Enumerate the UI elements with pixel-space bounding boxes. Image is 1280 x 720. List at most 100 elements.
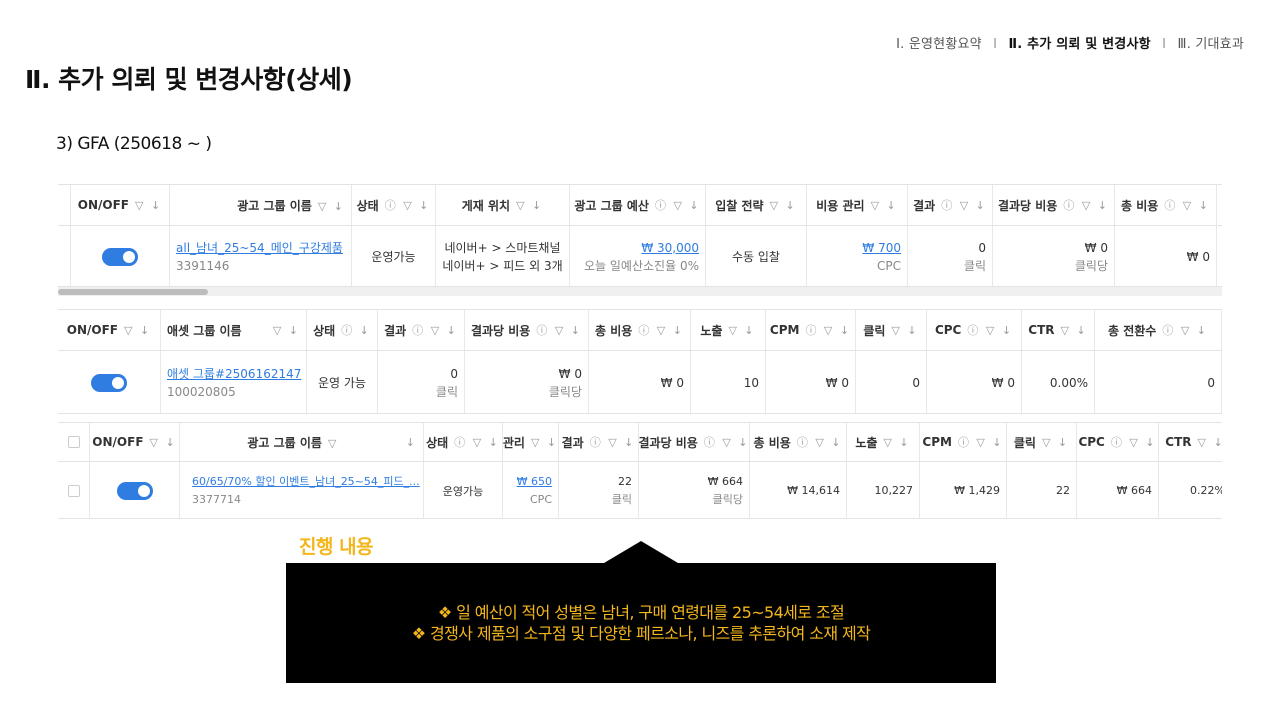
info-filter-sort-icon[interactable]: ⓘ ▽ ↓ [638,322,684,338]
column-header-cpm[interactable]: CPM ⓘ ▽ ↓ [920,423,1007,461]
info-filter-sort-icon[interactable]: ⓘ ▽ ↓ [797,434,843,450]
filter-sort-icon[interactable]: ▽ ↓ [124,324,151,337]
column-header-total-cost[interactable]: 총 비용 ⓘ ▽ ↓ [589,310,691,350]
info-filter-sort-icon[interactable]: ⓘ ▽ ↓ [412,322,458,338]
column-header-cpc[interactable]: CPC ⓘ ▽ ↓ [927,310,1022,350]
filter-sort-icon[interactable]: ▽ ↓ [1042,436,1069,449]
column-header-onoff[interactable]: ON/OFF ▽ ↓ [58,310,161,350]
filter-sort-icon[interactable]: ▽ ↓ [135,199,162,212]
info-filter-sort-icon[interactable]: ⓘ ▽ ↓ [590,434,636,450]
column-header-cpm[interactable]: CPM ⓘ ▽ ↓ [766,310,856,350]
nav-item-changes[interactable]: Ⅱ. 추가 의뢰 및 변경사항 [1009,37,1151,52]
info-filter-sort-icon[interactable]: ⓘ ▽ ↓ [655,197,701,213]
filter-sort-icon[interactable]: ▽ ↓ [273,324,300,337]
sort-icon[interactable]: ↓ [406,436,417,449]
column-header-ctr[interactable]: CTR ▽ ↓ [1022,310,1095,350]
column-header-impressions[interactable]: 노출 ▽ ↓ [691,310,766,350]
filter-icon[interactable]: ▽ [328,437,338,450]
column-header-clicks[interactable]: 클릭 ▽ ↓ [856,310,927,350]
header-label: 게재 위치 [461,198,511,213]
filter-sort-icon[interactable]: ▽ ↓ [883,436,910,449]
column-header-status[interactable]: 상태 ⓘ ↓ [307,310,378,350]
info-filter-sort-icon[interactable]: ⓘ ▽ ↓ [958,434,1004,450]
ad-group-name-link[interactable]: all_남녀_25~54_메인_구강제품 [176,239,343,257]
column-header-bid[interactable]: 입찰 전략 ▽ ↓ [706,185,807,225]
column-header-cost-per-result[interactable]: 결과당 비용 ⓘ ▽ ↓ [465,310,589,350]
column-header-result[interactable]: 결과 ⓘ ▽ ↓ [559,423,639,461]
column-header-budget[interactable]: 광고 그룹 예산 ⓘ ▽ ↓ [570,185,706,225]
budget-link[interactable]: ₩ 30,000 [641,239,699,257]
scrollbar-thumb[interactable] [58,289,208,295]
column-header-onoff[interactable]: ON/OFF ▽ ↓ [71,185,170,225]
nav-item-summary[interactable]: Ⅰ. 운영현황요약 [896,37,982,52]
cost-per-result-value: ₩ 664 [707,474,743,488]
table-row: all_남녀_25~54_메인_구강제품 3391146 운영가능 네이버+ > … [58,226,1222,286]
column-header-clicks[interactable]: 클릭 ▽ ↓ [1007,423,1077,461]
toggle-knob [123,250,135,263]
filter-icon[interactable]: ▽ ↓ [318,200,345,213]
filter-sort-icon[interactable]: ▽ ↓ [531,436,558,449]
ad-group-name-link[interactable]: 60/65/70% 할인 이벤트_남녀_25~54_피드_... [192,473,420,491]
column-header-total-cost[interactable]: 총 비용 ⓘ ▽ ↓ [1115,185,1217,225]
filter-sort-icon[interactable]: ▽ ↓ [1061,324,1088,337]
column-header-cost-control[interactable]: 관리 ▽ ↓ [503,423,559,461]
horizontal-scrollbar[interactable] [58,287,1222,296]
info-filter-sort-icon[interactable]: ⓘ ▽ ↓ [385,197,431,213]
filter-sort-icon[interactable]: ▽ ↓ [150,436,177,449]
onoff-toggle[interactable] [91,373,127,392]
filter-sort-icon[interactable]: ▽ ↓ [516,199,543,212]
filter-sort-icon[interactable]: ▽ ↓ [770,199,797,212]
column-header-status[interactable]: 상태 ⓘ ▽ ↓ [424,423,503,461]
header-label: 상태 [313,323,336,338]
asset-group-name-link[interactable]: 애셋 그룹#2506162147 [167,365,301,383]
filter-sort-icon[interactable]: ▽ ↓ [871,199,898,212]
info-filter-sort-icon[interactable]: ⓘ ▽ ↓ [967,322,1013,338]
info-filter-sort-icon[interactable]: ⓘ ▽ ↓ [1162,322,1208,338]
column-header-placement[interactable]: 게재 위치 ▽ ↓ [436,185,570,225]
column-header-conversions[interactable]: 총 전환수 ⓘ ▽ ↓ [1095,310,1222,350]
column-header-result[interactable]: 결과 ⓘ ▽ ↓ [378,310,465,350]
info-filter-sort-icon[interactable]: ⓘ ▽ ↓ [704,434,749,450]
column-header-result[interactable]: 결과 ⓘ ▽ ↓ [908,185,993,225]
cost-per-result-cell: ₩ 0 클릭당 [993,226,1115,286]
cost-control-link[interactable]: ₩ 650 [517,473,552,491]
nav-item-effects[interactable]: Ⅲ. 기대효과 [1178,37,1244,52]
onoff-toggle[interactable] [102,247,138,266]
filter-sort-icon[interactable]: ▽ ↓ [891,324,918,337]
column-header-onoff[interactable]: ON/OFF ▽ ↓ [90,423,180,461]
info-filter-sort-icon[interactable]: ⓘ ▽ ↓ [1063,197,1109,213]
cost-control-link[interactable]: ₩ 700 [862,239,901,257]
section-subtitle: 3) GFA (250618 ~ ) [56,134,212,154]
column-header-total-cost[interactable]: 총 비용 ⓘ ▽ ↓ [750,423,847,461]
header-label: 결과당 비용 [639,435,698,450]
filter-sort-icon[interactable]: ▽ ↓ [1198,436,1222,449]
column-header-name[interactable]: 애셋 그룹 이름 ▽ ↓ [161,310,307,350]
column-header-cost-control[interactable]: 비용 관리 ▽ ↓ [807,185,908,225]
column-header-ctr[interactable]: CTR ▽ ↓ [1159,423,1222,461]
header-label: 노출 [855,435,878,450]
status-cell: 운영가능 [352,226,436,286]
row-checkbox[interactable] [67,484,80,497]
column-header-cost-per-result[interactable]: 결과당 비용 ⓘ ▽ ↓ [993,185,1115,225]
info-filter-sort-icon[interactable]: ⓘ ▽ ↓ [454,434,500,450]
info-filter-sort-icon[interactable]: ⓘ ▽ ↓ [536,322,582,338]
info-filter-sort-icon[interactable]: ⓘ ▽ ↓ [1164,197,1210,213]
info-filter-sort-icon[interactable]: ⓘ ▽ ↓ [805,322,851,338]
select-all-checkbox[interactable] [67,436,80,448]
column-header-status[interactable]: 상태 ⓘ ▽ ↓ [352,185,436,225]
info-filter-sort-icon[interactable]: ⓘ ▽ ↓ [1111,434,1157,450]
info-sort-icon[interactable]: ⓘ ↓ [341,322,371,338]
status-cell: 운영가능 [424,462,503,518]
table-row: 애셋 그룹#2506162147 100020805 운영 가능 0 클릭 ₩ 0 클… [58,351,1222,413]
column-header-cpc[interactable]: CPC ⓘ ▽ ↓ [1077,423,1159,461]
header-label: 총 비용 [595,323,633,338]
column-header-name[interactable]: 광고 그룹 이름 ▽ ↓ [170,185,352,225]
info-filter-sort-icon[interactable]: ⓘ ▽ ↓ [941,197,987,213]
ad-group-id: 3391146 [176,258,230,273]
onoff-toggle[interactable] [116,481,153,500]
filter-sort-icon[interactable]: ▽ ↓ [728,324,755,337]
column-header-name[interactable]: 광고 그룹 이름 ▽ ↓ [180,423,424,461]
header-label: CPC [934,323,962,337]
column-header-cost-per-result[interactable]: 결과당 비용 ⓘ ▽ ↓ [639,423,750,461]
column-header-impressions[interactable]: 노출 ▽ ↓ [847,423,920,461]
